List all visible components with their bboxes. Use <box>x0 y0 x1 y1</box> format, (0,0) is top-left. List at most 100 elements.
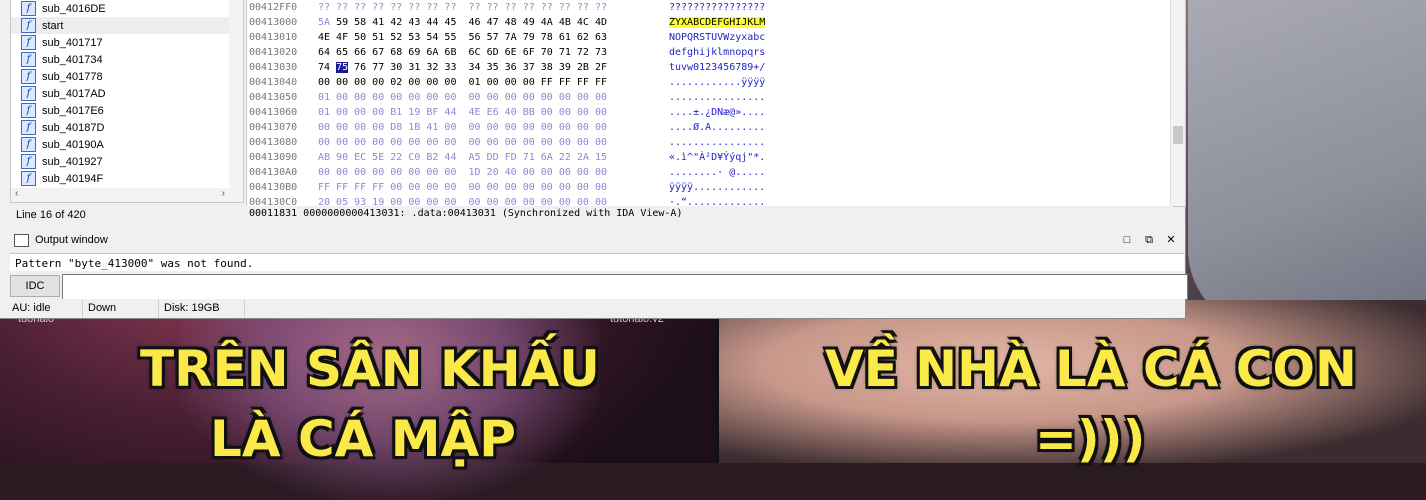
hex-bytes: FF FF FF FF 00 00 00 00 00 00 00 00 00 0… <box>318 182 607 193</box>
hex-address: 00413050 <box>249 92 298 103</box>
function-list-item[interactable]: f sub_401734 <box>11 51 243 68</box>
maximize-icon[interactable]: □ <box>1118 230 1136 250</box>
hex-bytes: 00 00 00 00 00 00 00 00 00 00 00 00 00 0… <box>318 137 607 148</box>
hex-view[interactable]: 00412FF0 ?? ?? ?? ?? ?? ?? ?? ?? ?? ?? ??… <box>246 0 1186 207</box>
functions-line-info: Line 16 of 420 <box>16 209 86 221</box>
hex-row[interactable]: 00413070 00 00 00 00 D8 1B 41 00 00 00 00… <box>247 120 1185 135</box>
hex-row[interactable]: 00413060 01 00 00 00 B1 19 BF 44 4E E6 40… <box>247 105 1185 120</box>
functions-list[interactable]: f sub_4016DE f start f sub_401717 f sub_401734 f… <box>10 0 244 203</box>
function-name: sub_4016DE <box>42 2 106 15</box>
idc-button[interactable]: IDC <box>10 275 60 297</box>
function-name: sub_401927 <box>42 155 103 168</box>
function-name: sub_40187D <box>42 121 105 134</box>
hex-address: 00413070 <box>249 122 298 133</box>
hex-address: 00413090 <box>249 152 298 163</box>
function-icon: f <box>21 137 36 152</box>
function-list-item[interactable]: f sub_4017E6 <box>11 102 243 119</box>
function-icon: f <box>21 69 36 84</box>
caption-left-line2: LÀ CÁ MẬP <box>210 410 516 468</box>
hex-bytes: 00 00 00 00 D8 1B 41 00 00 00 00 00 00 0… <box>318 122 607 133</box>
function-list-item[interactable]: f sub_40187D <box>11 119 243 136</box>
function-icon: f <box>21 18 36 33</box>
hex-vscroll[interactable] <box>1170 0 1185 206</box>
hex-ascii: ................ <box>669 92 766 103</box>
hex-byte-cursor-start: 5A <box>318 17 331 28</box>
restore-icon[interactable]: ⧉ <box>1140 230 1158 250</box>
hex-address: 00413040 <box>249 77 298 88</box>
hex-row[interactable]: 00413090 AB 90 EC 5E 22 C0 B2 44 A5 DD FD… <box>247 150 1185 165</box>
ida-window: f sub_4016DE f start f sub_401717 f sub_401734 f… <box>0 0 1188 319</box>
output-window-title: Output window <box>35 234 108 246</box>
hex-row[interactable]: 00412FF0 ?? ?? ?? ?? ?? ?? ?? ?? ?? ?? ??… <box>247 0 1185 15</box>
ascii-highlight: ZYXABCDEFGHIJKLM <box>669 17 766 28</box>
function-icon: f <box>21 1 36 16</box>
hex-ascii: ÿÿÿÿ............ <box>669 182 766 193</box>
hex-ascii: ZYXABCDEFGHIJKLM <box>669 15 766 30</box>
hex-bytes: 01 00 00 00 B1 19 BF 44 4E E6 40 BB 00 0… <box>318 107 607 118</box>
hex-row[interactable]: 00413020 64 65 66 67 68 69 6A 6B 6C 6D 6E… <box>247 45 1185 60</box>
function-name: sub_401778 <box>42 70 103 83</box>
hex-address: 00413060 <box>249 107 298 118</box>
function-list-item[interactable]: f sub_401927 <box>11 153 243 170</box>
hex-ascii: ................ <box>669 137 766 148</box>
hex-byte-selected[interactable]: 75 <box>336 62 349 73</box>
scroll-right-icon[interactable]: › <box>222 188 225 199</box>
hex-row[interactable]: 00413030 74 75 76 77 30 31 32 33 34 35 36… <box>247 60 1185 75</box>
hex-row[interactable]: 00413080 00 00 00 00 00 00 00 00 00 00 00… <box>247 135 1185 150</box>
function-icon: f <box>21 86 36 101</box>
shirt-shape <box>1188 0 1426 330</box>
function-list-item[interactable]: f start <box>11 17 243 34</box>
function-name: start <box>42 19 64 32</box>
function-name: sub_4017E6 <box>42 104 104 117</box>
hex-bytes: 00 00 00 00 00 00 00 00 1D 20 40 00 00 0… <box>318 167 607 178</box>
caption-right-line2: =))) <box>1035 410 1146 468</box>
hex-bytes: 4E 4F 50 51 52 53 54 55 56 57 7A 79 78 6… <box>318 32 607 43</box>
hex-row[interactable]: 00413040 00 00 00 00 02 00 00 00 01 00 00… <box>247 75 1185 90</box>
function-icon: f <box>21 171 36 186</box>
function-list-item[interactable]: f sub_401717 <box>11 34 243 51</box>
hex-bytes: 01 00 00 00 00 00 00 00 00 00 00 00 00 0… <box>318 92 607 103</box>
hex-ascii: «.ì^"À²D¥Ýýqj"*. <box>669 152 766 163</box>
hex-ascii: ............ÿÿÿÿ <box>669 77 766 88</box>
hex-bytes: 74 75 76 77 30 31 32 33 34 35 36 37 38 3… <box>318 60 607 75</box>
function-name: sub_40194F <box>42 172 104 185</box>
status-disk: Disk: 19GB <box>160 299 245 318</box>
function-name: sub_401717 <box>42 36 103 49</box>
hex-ascii: ....Ø.A......... <box>669 122 766 133</box>
hex-address: 004130B0 <box>249 182 298 193</box>
functions-vscroll[interactable] <box>229 0 243 202</box>
output-window-header: Output window □ ⧉ ✕ <box>10 230 1180 250</box>
hex-bytes: 64 65 66 67 68 69 6A 6B 6C 6D 6E 6F 70 7… <box>318 47 607 58</box>
caption-left-line1: TRÊN SÂN KHẤU <box>140 340 600 398</box>
hex-row[interactable]: 004130A0 00 00 00 00 00 00 00 00 1D 20 40… <box>247 165 1185 180</box>
hex-status-line: 00011831 0000000000413031: .data:0041303… <box>246 206 1173 222</box>
hex-ascii: NOPQRSTUVWzyxabc <box>669 32 766 43</box>
command-input[interactable] <box>62 274 1188 300</box>
hex-address: 00412FF0 <box>249 2 298 13</box>
function-list-item[interactable]: f sub_40194F <box>11 170 243 187</box>
status-bar: AU: idle Down Disk: 19GB <box>0 299 1185 318</box>
hex-row[interactable]: 00413000 5A 59 58 41 42 43 44 45 46 47 48… <box>247 15 1185 30</box>
function-list-item[interactable]: f sub_4016DE <box>11 0 243 17</box>
functions-hscroll[interactable]: ‹ › <box>11 188 229 202</box>
caption-right-line1: VỀ NHÀ LÀ CÁ CON <box>825 340 1357 398</box>
function-list-item[interactable]: f sub_401778 <box>11 68 243 85</box>
hex-bytes: 00 00 00 00 02 00 00 00 01 00 00 00 FF F… <box>318 77 607 88</box>
hex-bytes: AB 90 EC 5E 22 C0 B2 44 A5 DD FD 71 6A 2… <box>318 152 607 163</box>
output-window-body: Pattern "byte_413000" was not found. <box>10 253 1184 271</box>
hex-ascii: ........· @..... <box>669 167 766 178</box>
hex-address: 00413010 <box>249 32 298 43</box>
hex-row[interactable]: 00413010 4E 4F 50 51 52 53 54 55 56 57 7A… <box>247 30 1185 45</box>
close-icon[interactable]: ✕ <box>1162 230 1180 250</box>
status-direction: Down <box>84 299 159 318</box>
function-icon: f <box>21 52 36 67</box>
hex-address: 00413030 <box>249 62 298 73</box>
function-list-item[interactable]: f sub_4017AD <box>11 85 243 102</box>
function-list-item[interactable]: f sub_40190A <box>11 136 243 153</box>
hex-row[interactable]: 004130B0 FF FF FF FF 00 00 00 00 00 00 00… <box>247 180 1185 195</box>
hex-ascii: defghijklmnopqrs <box>669 47 766 58</box>
hex-scroll-thumb[interactable] <box>1173 126 1183 144</box>
hex-address: 004130A0 <box>249 167 298 178</box>
scroll-left-icon[interactable]: ‹ <box>15 188 18 199</box>
hex-row[interactable]: 00413050 01 00 00 00 00 00 00 00 00 00 00… <box>247 90 1185 105</box>
